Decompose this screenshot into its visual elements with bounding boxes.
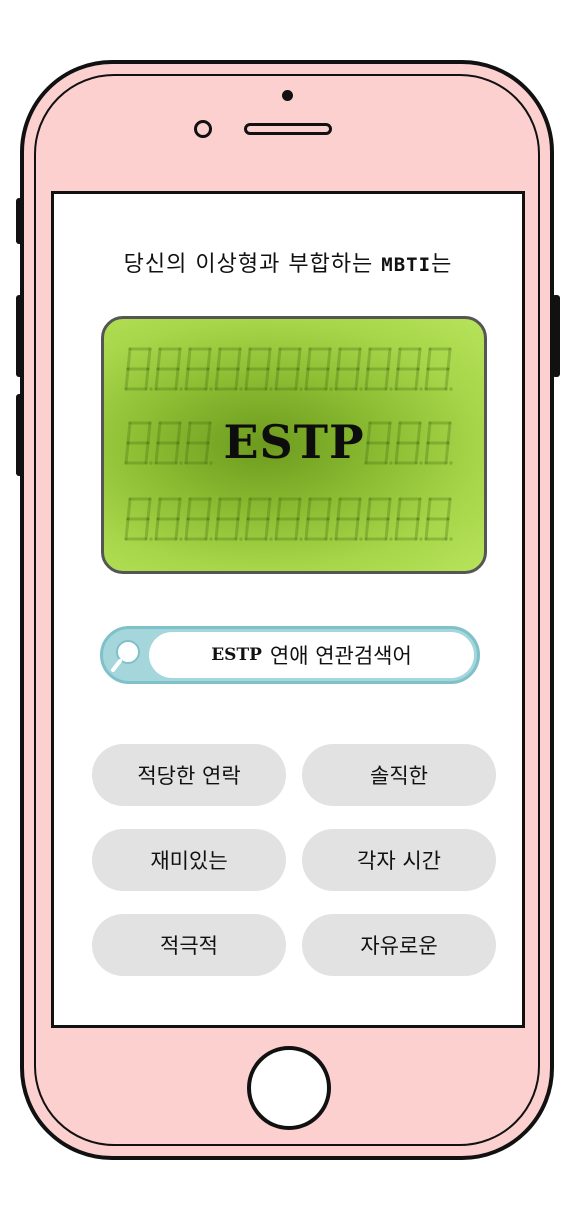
keyword-tag[interactable]: 재미있는	[92, 829, 286, 891]
search-field[interactable]: ESTP 연애 연관검색어	[149, 632, 474, 678]
lcd-ghost-digit	[334, 347, 363, 391]
lcd-ghost-digit	[154, 347, 183, 391]
lcd-display: ESTP	[101, 316, 487, 574]
lcd-ghost-digit	[424, 347, 453, 391]
lcd-ghost-digit	[184, 497, 213, 541]
lcd-ghost-digit	[274, 347, 303, 391]
keyword-tag[interactable]: 적당한 연락	[92, 744, 286, 806]
lcd-ghost-digit	[154, 497, 183, 541]
lcd-ghost-digit	[424, 497, 453, 541]
headline-suffix: 는	[431, 252, 453, 277]
lcd-ghost-digit	[214, 347, 243, 391]
phone-screen: 당신의 이상형과 부합하는 MBTI는 ESTP ESTP 연애 연관검색어 적…	[51, 191, 525, 1028]
earpiece-speaker	[244, 123, 332, 135]
lcd-ghost-digit	[304, 497, 333, 541]
side-button-power	[552, 295, 560, 377]
lcd-ghost-digit	[244, 347, 273, 391]
side-button-mute	[16, 198, 24, 244]
lcd-ghost-digit	[394, 497, 423, 541]
keyword-tag[interactable]: 자유로운	[302, 914, 496, 976]
magnifier-icon	[111, 640, 140, 672]
lcd-ghost-digit	[124, 347, 153, 391]
search-bar[interactable]: ESTP 연애 연관검색어	[100, 626, 480, 684]
keyword-tag[interactable]: 각자 시간	[302, 829, 496, 891]
keyword-tag[interactable]: 솔직한	[302, 744, 496, 806]
side-button-volume-up	[16, 295, 24, 377]
lcd-ghost-digit	[124, 497, 153, 541]
lcd-ghost-digit	[394, 347, 423, 391]
side-button-volume-down	[16, 394, 24, 476]
home-button[interactable]	[247, 1046, 331, 1130]
search-query-type: ESTP	[211, 645, 262, 665]
lcd-ghost-digit	[274, 497, 303, 541]
headline: 당신의 이상형과 부합하는 MBTI는	[54, 246, 522, 278]
lcd-ghost-digit	[364, 497, 393, 541]
headline-mbti: MBTI	[381, 254, 432, 276]
camera-dot	[282, 90, 293, 101]
lcd-ghost-digit	[244, 497, 273, 541]
lcd-ghost-digit	[334, 497, 363, 541]
lcd-ghost-digit	[304, 347, 333, 391]
front-camera	[194, 120, 212, 138]
mbti-result: ESTP	[223, 415, 365, 469]
lcd-ghost-digit	[364, 347, 393, 391]
headline-prefix: 당신의 이상형과 부합하는	[123, 252, 382, 277]
keyword-tag[interactable]: 적극적	[92, 914, 286, 976]
lcd-ghost-digit	[214, 497, 243, 541]
search-query-text: 연애 연관검색어	[269, 644, 412, 668]
lcd-ghost-digit	[184, 347, 213, 391]
